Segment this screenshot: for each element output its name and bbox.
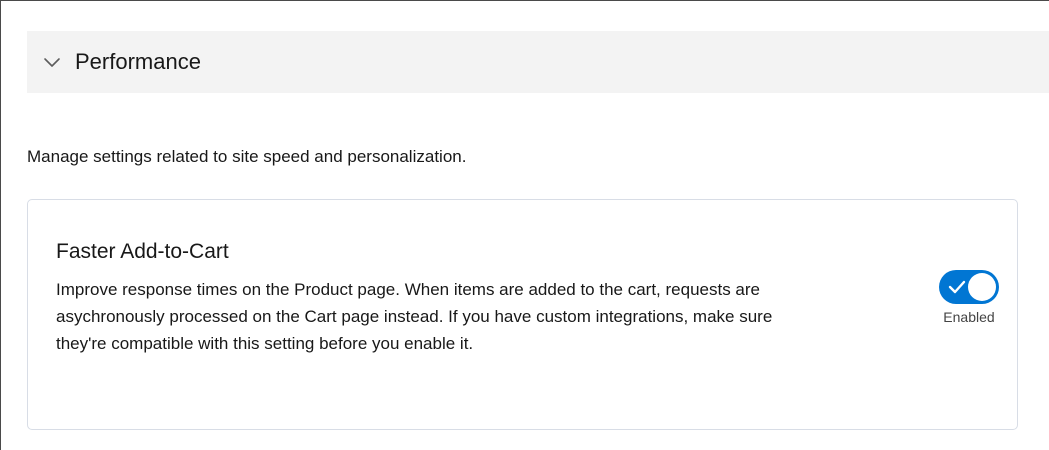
performance-section-header[interactable]: Performance (27, 31, 1049, 93)
setting-card: Faster Add-to-Cart Improve response time… (27, 199, 1018, 430)
toggle-knob (968, 273, 996, 301)
section-description: Manage settings related to site speed an… (27, 147, 467, 166)
setting-title: Faster Add-to-Cart (56, 240, 229, 263)
faster-add-to-cart-toggle[interactable] (939, 270, 999, 304)
settings-panel: Performance Manage settings related to s… (0, 0, 1049, 450)
toggle-status-label: Enabled (943, 309, 995, 325)
chevron-down-icon (43, 53, 61, 71)
toggle-container: Enabled (934, 270, 1004, 325)
setting-description: Improve response times on the Product pa… (56, 280, 773, 353)
check-icon (948, 279, 966, 295)
section-title: Performance (75, 49, 201, 74)
